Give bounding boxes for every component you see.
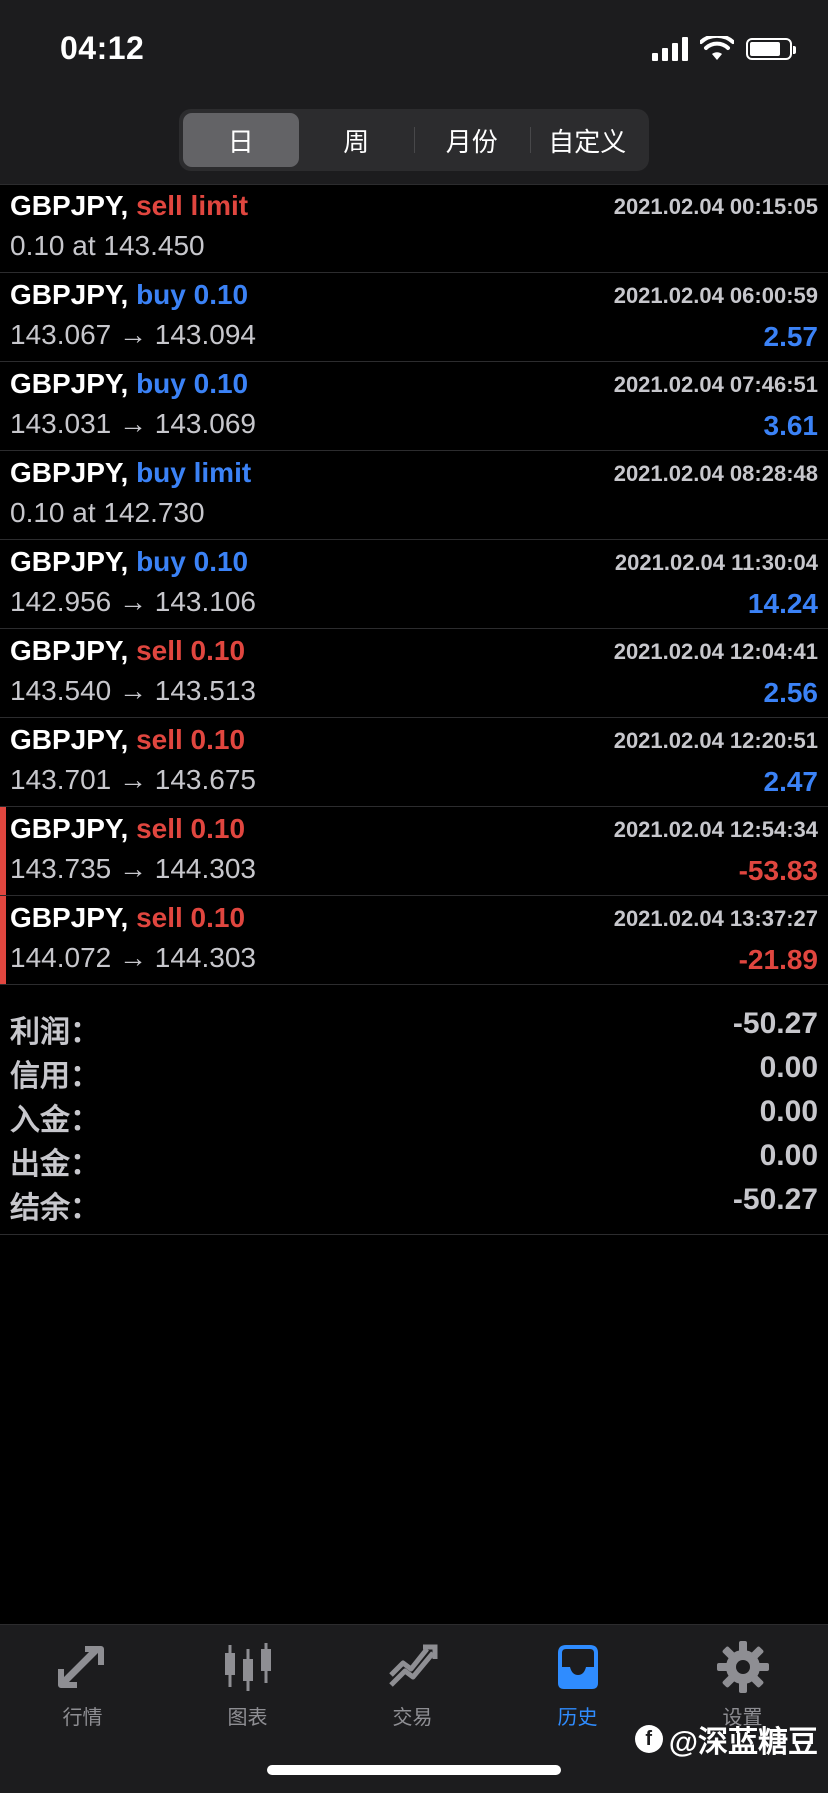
trade-symbol: GBPJPY, — [10, 813, 129, 844]
candlestick-chart-icon — [224, 1643, 271, 1691]
tab-label: 交易 — [392, 1707, 433, 1729]
trade-time: 2021.02.04 11:30:04 — [614, 550, 818, 575]
summary-value: 0.00 — [759, 1051, 818, 1084]
summary-label: 信用： — [10, 1060, 100, 1093]
trade-detail: 0.10 at 143.450 — [10, 230, 205, 261]
trade-type: buy 0.10 — [136, 368, 249, 399]
tab-label: 历史 — [557, 1707, 598, 1729]
trade-detail: 143.701 → 143.675 — [10, 764, 256, 795]
trade-profit: -21.89 — [738, 944, 818, 975]
trade-profit: 2.47 — [763, 766, 819, 797]
trade-row[interactable]: GBPJPY, buy 0.10 2021.02.04 07:46:51 143… — [0, 362, 828, 451]
segment-month[interactable]: 月份 — [414, 113, 530, 167]
trade-symbol: GBPJPY, — [10, 902, 129, 933]
summary-balance: 结余： -50.27 — [0, 1179, 828, 1225]
trade-detail: 143.735 → 144.303 — [10, 853, 256, 884]
summary-value: -50.27 — [732, 1183, 818, 1216]
watermark: f @深蓝糖豆 — [634, 1717, 818, 1761]
trade-profit: 2.56 — [763, 677, 819, 708]
trade-type: buy 0.10 — [136, 546, 249, 577]
trade-detail: 143.031 → 143.069 — [10, 408, 256, 439]
summary-credit: 信用： 0.00 — [0, 1047, 828, 1093]
trade-row[interactable]: GBPJPY, buy 0.10 2021.02.04 11:30:04 142… — [0, 540, 828, 629]
weibo-logo-icon: f — [634, 1725, 663, 1753]
trade-trend-icon — [388, 1644, 437, 1687]
wifi-icon — [700, 36, 734, 60]
trade-type: sell 0.10 — [136, 724, 246, 755]
home-indicator[interactable] — [267, 1765, 561, 1775]
segment-custom[interactable]: 自定义 — [529, 113, 646, 167]
status-bar: 04:12 — [0, 0, 828, 100]
trade-symbol: GBPJPY, — [10, 635, 129, 666]
trade-symbol: GBPJPY, — [10, 368, 129, 399]
summary-value: -50.27 — [732, 1007, 818, 1040]
summary-label: 结余： — [10, 1192, 100, 1225]
summary-value: 0.00 — [759, 1139, 818, 1172]
trade-row[interactable]: GBPJPY, sell 0.10 2021.02.04 13:37:27 14… — [0, 896, 828, 985]
trade-row[interactable]: GBPJPY, buy limit 2021.02.04 08:28:48 0.… — [0, 451, 828, 540]
trade-symbol: GBPJPY, — [10, 546, 129, 577]
trade-row[interactable]: GBPJPY, sell 0.10 2021.02.04 12:20:51 14… — [0, 718, 828, 807]
account-summary: 利润： -50.27 信用： 0.00 入金： 0.00 出金： 0.00 结余… — [0, 995, 828, 1235]
tab-charts[interactable]: 图表 — [165, 1639, 330, 1749]
trade-type: sell 0.10 — [136, 635, 246, 666]
trade-type: sell 0.10 — [136, 902, 246, 933]
trade-profit: 3.61 — [763, 410, 819, 441]
tab-trade[interactable]: 交易 — [330, 1639, 495, 1749]
trade-time: 2021.02.04 08:28:48 — [613, 461, 818, 486]
trade-row[interactable]: GBPJPY, buy 0.10 2021.02.04 06:00:59 143… — [0, 273, 828, 362]
trade-time: 2021.02.04 12:20:51 — [613, 728, 818, 753]
trade-row[interactable]: GBPJPY, sell limit 2021.02.04 00:15:05 0… — [0, 184, 828, 273]
status-icons — [652, 36, 796, 62]
tab-label: 图表 — [227, 1707, 268, 1729]
summary-value: 0.00 — [759, 1095, 818, 1128]
trade-time: 2021.02.04 07:46:51 — [613, 372, 818, 397]
summary-deposit: 入金： 0.00 — [0, 1091, 828, 1137]
trade-symbol: GBPJPY, — [10, 724, 129, 755]
trade-row[interactable]: GBPJPY, sell 0.10 2021.02.04 12:04:41 14… — [0, 629, 828, 718]
watermark-text: @深蓝糖豆 — [668, 1726, 818, 1759]
summary-profit: 利润： -50.27 — [0, 1003, 828, 1049]
trade-row[interactable]: GBPJPY, sell 0.10 2021.02.04 12:54:34 14… — [0, 807, 828, 896]
summary-label: 利润： — [10, 1016, 100, 1049]
trade-time: 2021.02.04 12:54:34 — [613, 817, 818, 842]
summary-withdrawal: 出金： 0.00 — [0, 1135, 828, 1181]
period-header: 日 周 月份 自定义 — [0, 100, 828, 185]
status-time: 04:12 — [60, 30, 145, 66]
segment-day[interactable]: 日 — [183, 113, 299, 167]
trade-type: sell 0.10 — [136, 813, 246, 844]
trade-time: 2021.02.04 12:04:41 — [613, 639, 818, 664]
trade-profit: -53.83 — [738, 855, 818, 886]
trade-symbol: GBPJPY, — [10, 190, 129, 221]
cellular-signal-icon — [652, 37, 688, 61]
trade-detail: 144.072 → 144.303 — [10, 942, 256, 973]
trade-type: sell limit — [136, 190, 249, 221]
battery-icon — [746, 38, 796, 60]
trade-time: 2021.02.04 00:15:05 — [613, 194, 818, 219]
trade-detail: 143.540 → 143.513 — [10, 675, 256, 706]
trade-symbol: GBPJPY, — [10, 279, 129, 310]
summary-label: 出金： — [10, 1148, 100, 1181]
trade-symbol: GBPJPY, — [10, 457, 129, 488]
quotes-arrows-icon — [57, 1646, 104, 1688]
trade-profit: 14.24 — [747, 588, 818, 619]
summary-label: 入金： — [10, 1104, 100, 1137]
period-segmented-control: 日 周 月份 自定义 — [179, 109, 649, 171]
trade-time: 2021.02.04 13:37:27 — [613, 906, 818, 931]
gear-icon — [716, 1641, 769, 1693]
trade-profit: 2.57 — [763, 321, 819, 352]
trade-type: buy 0.10 — [136, 279, 249, 310]
history-inbox-icon — [557, 1645, 598, 1689]
trade-detail: 0.10 at 142.730 — [10, 497, 205, 528]
segment-week[interactable]: 周 — [299, 113, 415, 167]
trade-detail: 143.067 → 143.094 — [10, 319, 256, 350]
trade-time: 2021.02.04 06:00:59 — [613, 283, 818, 308]
trade-history-list: GBPJPY, sell limit 2021.02.04 00:15:05 0… — [0, 184, 828, 985]
tab-quotes[interactable]: 行情 — [0, 1639, 165, 1749]
trade-type: buy limit — [136, 457, 252, 488]
trade-detail: 142.956 → 143.106 — [10, 586, 256, 617]
tab-label: 行情 — [62, 1707, 103, 1729]
